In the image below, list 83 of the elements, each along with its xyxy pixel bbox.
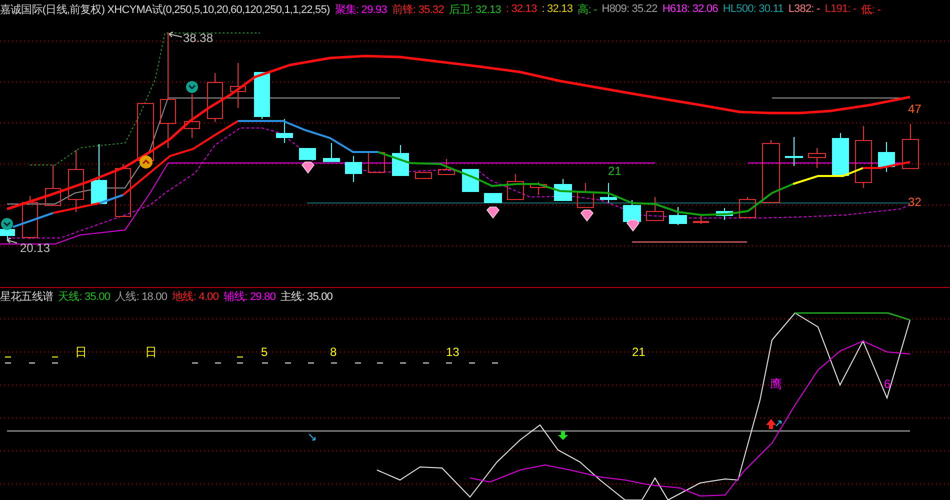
indicator-value: 前锋: 35.32 (392, 2, 444, 16)
rising-candle (855, 126, 872, 188)
price-label: 38.38 (183, 31, 214, 45)
rising-candle (415, 172, 432, 179)
falling-candle (254, 72, 270, 120)
indicator-value: H618: 32.06 (662, 3, 718, 15)
signal-label: 13 (446, 345, 460, 359)
rising-candle (115, 164, 131, 217)
rising-candle (45, 164, 61, 206)
arrow-icon (776, 420, 782, 426)
indicator-value: : 32.13 (506, 3, 537, 15)
indicator-value: 后卫: 32.13 (448, 2, 501, 16)
rising-candle (693, 214, 709, 224)
rising-candle (530, 182, 547, 196)
chevron-down-icon (1, 218, 13, 230)
indicator-value: 人线: 18.00 (115, 290, 168, 304)
rising-candle (184, 94, 200, 138)
price-label: 21 (608, 164, 622, 178)
falling-candle (345, 156, 362, 182)
rising-candle (137, 103, 154, 161)
indicator-value: 辅线: 29.80 (223, 290, 276, 304)
indicator-value: L382: - (788, 3, 820, 15)
falling-candle (623, 200, 641, 222)
falling-candle (785, 136, 803, 166)
indicator-value: : 32.13 (542, 3, 573, 15)
price-label: 32 (908, 195, 922, 209)
diamond-icon (626, 220, 640, 232)
signal-label: 日 (75, 345, 87, 359)
rising-candle (22, 196, 38, 240)
arrow-down-icon (558, 431, 568, 440)
rising-candle (368, 152, 385, 173)
rising-candle (438, 158, 455, 175)
diamond-icon (580, 210, 594, 222)
falling-candle (0, 229, 15, 240)
chevron-down-icon (186, 81, 198, 93)
falling-candle (462, 169, 479, 192)
falling-candle (484, 193, 502, 203)
rising-candle (902, 124, 919, 169)
falling-candle (323, 142, 340, 162)
chevron-up-icon (140, 156, 152, 168)
rising-candle (808, 148, 826, 168)
falling-candle (669, 206, 687, 226)
signal-label: 8 (330, 345, 337, 359)
arrow-icon (6, 238, 18, 244)
rising-candle (207, 72, 223, 122)
falling-candle (878, 142, 895, 172)
diamond-icon (301, 162, 315, 174)
rising-candle (762, 140, 780, 203)
price-label: 20.13 (20, 241, 50, 255)
falling-candle (276, 118, 293, 144)
rising-candle (577, 182, 594, 208)
indicator-value: 高: - (578, 2, 597, 16)
signal-label: 6 (884, 377, 891, 391)
arrow-up-icon (766, 419, 776, 429)
indicator-value: 主线: 35.00 (280, 290, 333, 304)
signal-label: 日 (145, 345, 157, 359)
diamond-icon (486, 206, 500, 219)
indicator-value: 天线: 35.00 (58, 290, 110, 304)
falling-candle (392, 144, 409, 176)
falling-candle (716, 208, 733, 220)
indicator-value: H809: 35.22 (602, 3, 658, 15)
falling-candle (91, 144, 107, 204)
price-label: 47 (908, 102, 922, 116)
falling-candle (832, 132, 849, 176)
indicator-value: 低: - (861, 2, 880, 16)
indicator-value: HL500: 30.11 (722, 3, 784, 15)
signal-label: 鹰 (770, 377, 782, 391)
rising-candle (230, 62, 246, 108)
falling-candle (600, 182, 617, 204)
rising-candle (68, 150, 84, 212)
signal-label: 21 (632, 345, 646, 359)
indicator-value: 地线: 4.00 (172, 290, 218, 304)
indicator-value: L191: - (824, 3, 856, 15)
falling-candle (299, 148, 316, 160)
chart-title: 嘉诚国际(日线,前复权) XHCYMA试(0,250,5,10,20,60,120,250,1,1,22,55) (0, 2, 330, 16)
signal-label: 5 (261, 345, 268, 359)
rising-candle (507, 174, 524, 200)
arrow-icon (308, 434, 316, 440)
rising-candle (739, 196, 756, 218)
panel-title: 星花五线谱 (0, 290, 54, 304)
indicator-value: 聚集: 29.93 (334, 2, 387, 16)
arrow-icon (168, 32, 182, 38)
rising-candle (646, 196, 664, 221)
